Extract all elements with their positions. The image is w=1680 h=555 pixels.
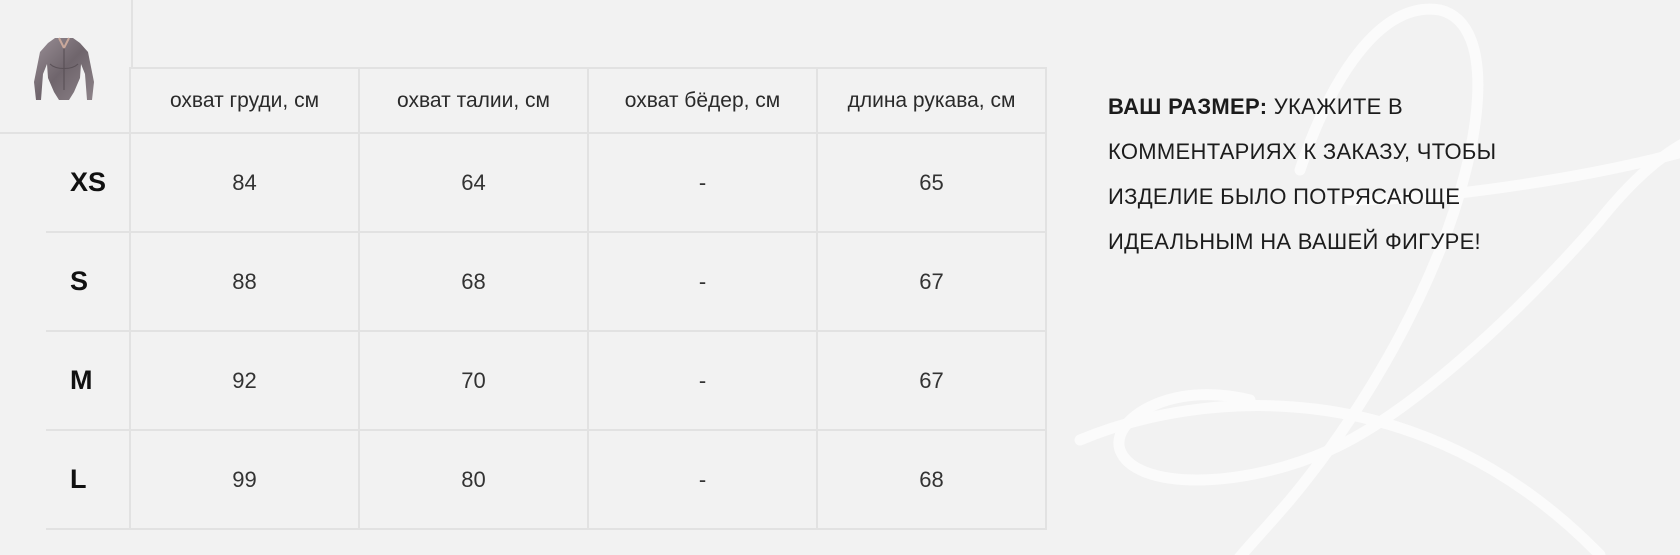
size-note-label: ВАШ РАЗМЕР: (1108, 94, 1268, 119)
table-corner-cell (46, 68, 131, 134)
table-cell: - (587, 429, 818, 530)
header-chest: охват груди, см (129, 67, 360, 134)
table-header-row: охват груди, см охват талии, см охват бё… (46, 67, 1047, 134)
table-cell: 80 (358, 429, 589, 530)
size-label: S (46, 231, 131, 332)
table-row: L 99 80 - 68 (46, 429, 1047, 530)
table-row: XS 84 64 - 65 (46, 132, 1047, 233)
size-chart-table: охват груди, см охват талии, см охват бё… (46, 67, 1047, 530)
table-cell: 68 (816, 429, 1047, 530)
table-cell: 99 (129, 429, 360, 530)
size-label: L (46, 429, 131, 530)
table-row: S 88 68 - 67 (46, 231, 1047, 332)
table-cell: 84 (129, 132, 360, 233)
header-divider (0, 132, 48, 134)
table-cell: - (587, 132, 818, 233)
header-hips: охват бёдер, см (587, 67, 818, 134)
table-cell: 67 (816, 330, 1047, 431)
table-cell: 68 (358, 231, 589, 332)
table-row: M 92 70 - 67 (46, 330, 1047, 431)
table-cell: - (587, 231, 818, 332)
size-note: ВАШ РАЗМЕР: УКАЖИТЕ В КОММЕНТАРИЯХ К ЗАК… (1108, 84, 1568, 264)
table-cell: - (587, 330, 818, 431)
table-cell: 65 (816, 132, 1047, 233)
table-cell: 67 (816, 231, 1047, 332)
size-label: XS (46, 132, 131, 233)
size-label: M (46, 330, 131, 431)
table-cell: 70 (358, 330, 589, 431)
header-sleeve: длина рукава, см (816, 67, 1047, 134)
table-cell: 64 (358, 132, 589, 233)
table-cell: 88 (129, 231, 360, 332)
image-divider (131, 0, 133, 68)
table-cell: 92 (129, 330, 360, 431)
header-waist: охват талии, см (358, 67, 589, 134)
